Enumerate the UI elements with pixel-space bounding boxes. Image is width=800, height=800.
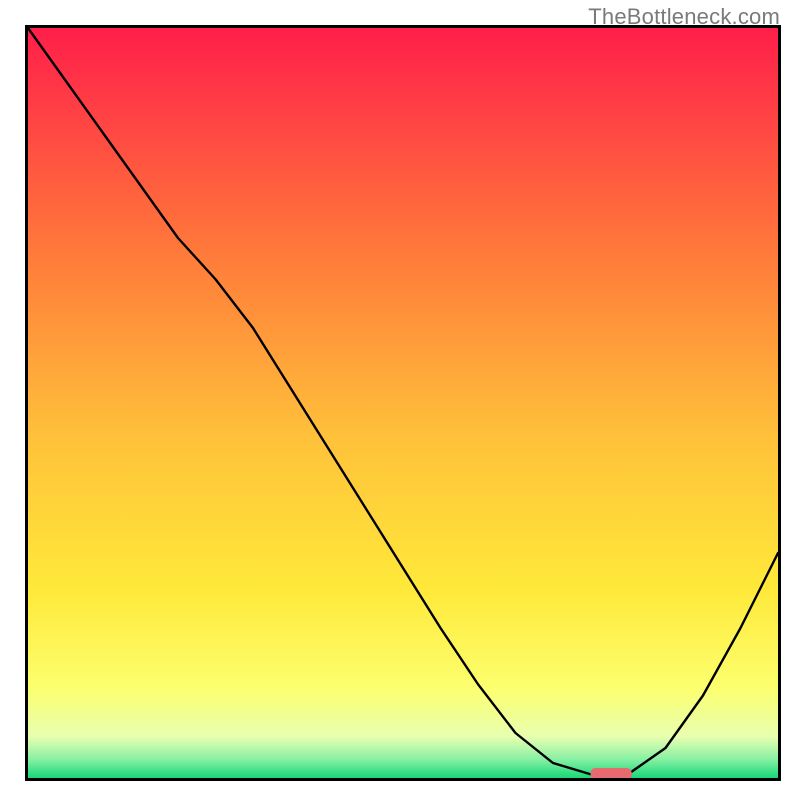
watermark-text: TheBottleneck.com bbox=[588, 4, 780, 30]
chart-container: TheBottleneck.com bbox=[0, 0, 800, 800]
bottleneck-chart bbox=[0, 0, 800, 800]
plot-background bbox=[28, 28, 778, 778]
